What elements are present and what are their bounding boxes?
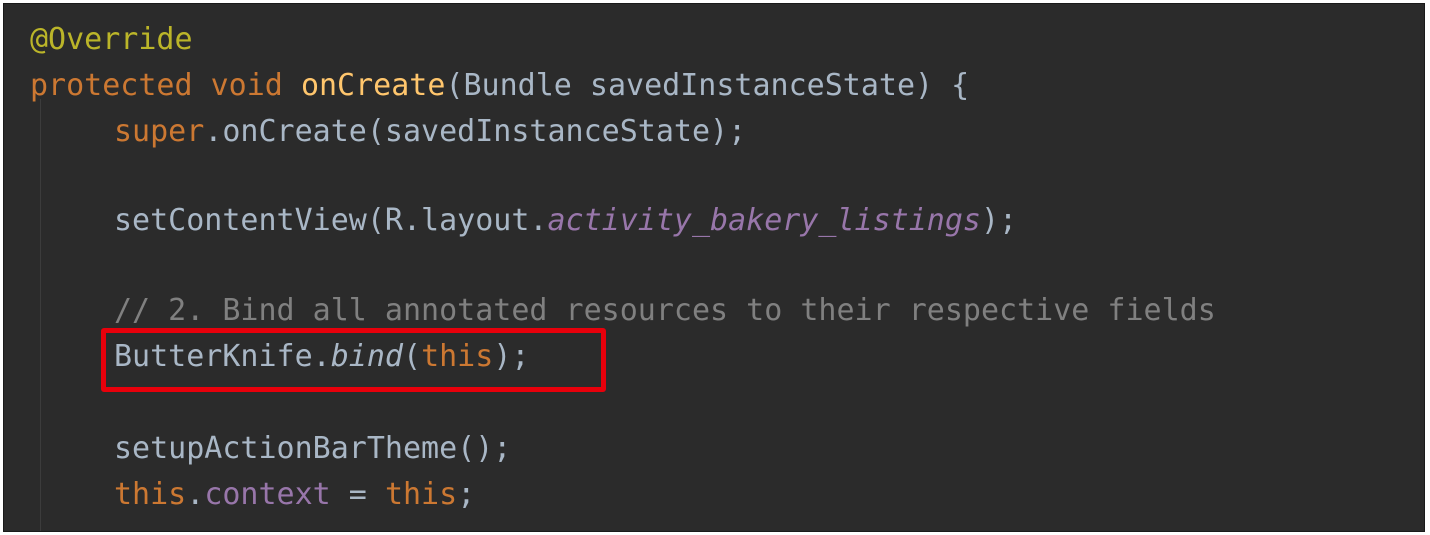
code-line-context-assign: this.context = this; [30,475,475,515]
code-line-annotation: @Override [30,20,193,60]
keyword-protected: protected [30,68,193,103]
keyword-super: super [114,114,205,149]
code-line-method-signature: protected void onCreate(Bundle savedInst… [30,66,969,106]
annotation-token: @Override [30,22,193,57]
set-content-view-call: setContentView(R.layout. [114,203,548,238]
statement-end: ; [457,477,476,512]
setup-action-bar-call: setupActionBarTheme(); [114,431,512,466]
keyword-void: void [210,68,283,103]
code-line-comment: // 2. Bind all annotated resources to th… [30,291,1216,331]
code-line-set-content-view: setContentView(R.layout.activity_bakery_… [30,201,1017,241]
set-content-view-end: ); [980,203,1018,238]
keyword-this: this [114,477,187,512]
layout-static-field: activity_bakery_listings [547,203,981,238]
code-editor[interactable]: @Override protected void onCreate(Bundle… [3,3,1425,532]
member-dot: . [186,477,205,512]
method-name: onCreate [300,68,446,103]
highlight-box [101,328,606,392]
keyword-this: this [384,477,458,512]
method-params: (Bundle savedInstanceState) { [445,68,970,103]
code-line-setup-action-bar: setupActionBarTheme(); [30,429,511,469]
code-line-super-call: super.onCreate(savedInstanceState); [30,112,746,152]
super-call-rest: .onCreate(savedInstanceState); [204,114,747,149]
assign-operator: = [330,477,385,512]
context-field: context [204,477,331,512]
code-comment: // 2. Bind all annotated resources to th… [114,293,1216,328]
